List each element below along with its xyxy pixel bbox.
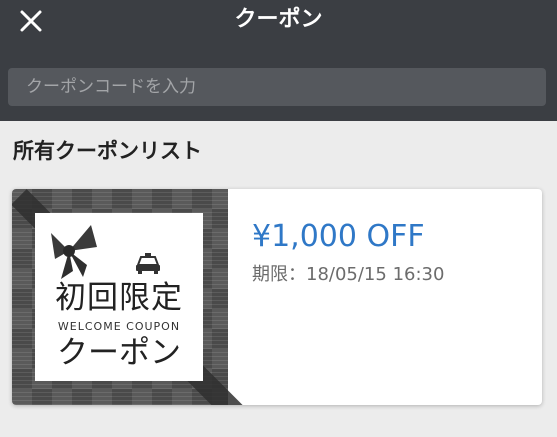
taxi-icon xyxy=(136,253,160,274)
coupon-image-kana: クーポン xyxy=(57,335,181,371)
coupon-code-input[interactable] xyxy=(8,68,546,106)
coupon-image-title: 初回限定 xyxy=(55,280,183,316)
coupon-amount: ¥1,000 OFF xyxy=(252,219,425,254)
coupon-image-subtitle: WELCOME COUPON xyxy=(57,320,181,333)
coupon-expiry: 期限：18/05/15 16:30 xyxy=(252,264,445,285)
section-title: 所有クーポンリスト xyxy=(13,139,202,163)
coupon-card[interactable]: 初回限定 WELCOME COUPON クーポン ¥1,000 OFF 期限：1… xyxy=(12,189,542,405)
app-header: クーポン xyxy=(0,0,557,121)
coupon-image: 初回限定 WELCOME COUPON クーポン xyxy=(12,189,253,405)
ribbon-bow-icon xyxy=(51,225,97,279)
coupon-label-box: 初回限定 WELCOME COUPON クーポン xyxy=(35,213,203,381)
page-title: クーポン xyxy=(234,7,323,32)
